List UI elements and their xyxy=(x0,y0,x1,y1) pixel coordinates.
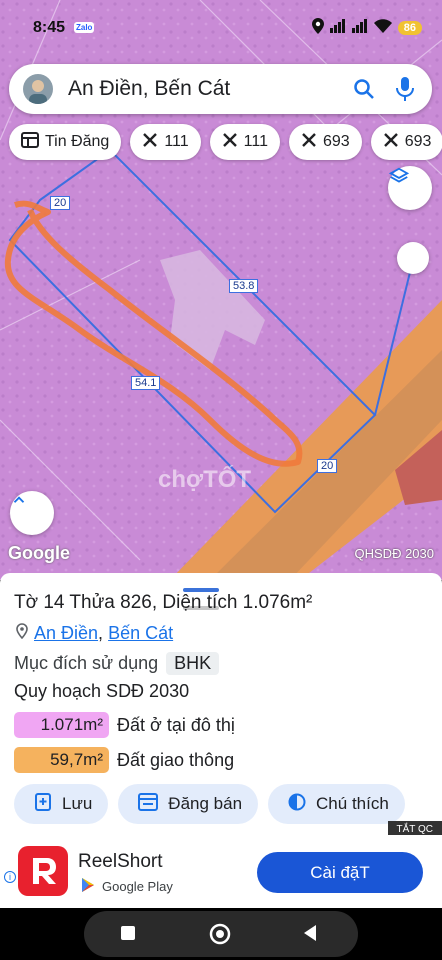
location-link-district[interactable]: Bến Cát xyxy=(108,623,173,643)
battery-icon: 86 xyxy=(397,20,422,35)
land-purpose: Mục đích sử dụng BHK xyxy=(14,652,220,675)
google-logo: Google xyxy=(8,543,70,563)
location-link-ward[interactable]: An Điền xyxy=(34,623,98,643)
mic-icon[interactable] xyxy=(394,76,416,107)
signal-icon xyxy=(329,19,346,36)
ad-store: Google Play xyxy=(80,877,173,896)
chip-111-a[interactable]: 111 xyxy=(130,124,201,160)
play-store-icon xyxy=(80,877,96,896)
recents-icon[interactable] xyxy=(120,925,136,946)
store-label: Google Play xyxy=(102,879,173,894)
wifi-icon xyxy=(373,19,392,36)
sheet-handle[interactable] xyxy=(183,579,259,610)
search-bar[interactable]: An Điền, Bến Cát xyxy=(9,64,432,114)
status-bar: 8:45 Zalo 86 xyxy=(0,0,442,56)
listing-icon xyxy=(21,131,39,153)
chip-label: 693 xyxy=(404,133,432,150)
zone-row-residential: 1.071m² Đất ở tại đô thị xyxy=(14,712,235,738)
avatar[interactable] xyxy=(23,74,53,104)
tools-icon xyxy=(383,132,399,153)
ad-app-name: ReelShort xyxy=(78,851,163,872)
back-icon[interactable] xyxy=(302,924,318,947)
chip-label: Tin Đăng xyxy=(45,133,110,150)
layer-label: QHSDĐ 2030 xyxy=(354,546,434,561)
action-buttons: Lưu Đăng bán Chú thích xyxy=(14,784,405,824)
chip-label: 111 xyxy=(243,133,268,150)
chip-label: 693 xyxy=(322,133,350,150)
expand-up-button[interactable] xyxy=(10,491,54,535)
save-icon xyxy=(34,792,52,816)
location-separator: , xyxy=(98,623,104,643)
chip-693-b[interactable]: 693 xyxy=(370,124,442,160)
purpose-label: Mục đích sử dụng xyxy=(14,653,159,673)
zone-row-transport: 59,7m² Đất giao thông xyxy=(14,747,234,773)
search-icon[interactable] xyxy=(352,77,376,106)
tools-icon xyxy=(142,132,158,153)
edge-label-right: 53.8 xyxy=(229,279,259,293)
chip-label: 111 xyxy=(164,133,189,150)
pin-icon xyxy=(16,623,28,644)
status-icons: 86 xyxy=(311,18,422,37)
status-time: 8:45 xyxy=(33,19,66,36)
ad-banner[interactable]: i ReelShort Google Play Cài đặT xyxy=(0,835,442,908)
zone-area: 59,7m² xyxy=(14,747,109,773)
filter-chips: Tin Đăng 111 111 693 693 xyxy=(9,124,442,160)
legend-icon xyxy=(288,793,306,816)
edge-label-left: 54.1 xyxy=(131,376,161,390)
parcel-location: An Điền, Bến Cát xyxy=(16,623,173,644)
save-label: Lưu xyxy=(62,794,93,813)
signal-icon-2 xyxy=(351,19,368,36)
search-input[interactable]: An Điền, Bến Cát xyxy=(68,77,230,101)
zone-area: 1.071m² xyxy=(14,712,109,738)
plan-title: Quy hoạch SDĐ 2030 xyxy=(14,681,190,701)
chip-tin-dang[interactable]: Tin Đăng xyxy=(9,124,122,160)
sell-button[interactable]: Đăng bán xyxy=(118,784,259,824)
save-button[interactable]: Lưu xyxy=(14,784,109,824)
zalo-icon: Zalo xyxy=(74,22,95,33)
sell-label: Đăng bán xyxy=(168,794,243,813)
tools-icon xyxy=(301,132,317,153)
chip-693-a[interactable]: 693 xyxy=(288,124,362,160)
reelshort-logo xyxy=(18,846,68,896)
tools-icon xyxy=(222,132,238,153)
info-icon[interactable]: i xyxy=(4,871,16,883)
zone-name: Đất giao thông xyxy=(117,749,235,770)
install-button[interactable]: Cài đặT xyxy=(257,852,423,893)
legend-button[interactable]: Chú thích xyxy=(268,784,405,824)
home-icon[interactable] xyxy=(208,922,232,951)
layers-button[interactable] xyxy=(388,166,432,210)
watermark: chợTỐT xyxy=(158,466,252,493)
edge-label-top: 20 xyxy=(50,196,71,210)
slider-handle[interactable] xyxy=(397,242,429,274)
zone-name: Đất ở tại đô thị xyxy=(117,714,235,735)
location-icon xyxy=(311,18,324,37)
sell-icon xyxy=(138,792,159,816)
system-nav-bar xyxy=(0,908,442,960)
chip-111-b[interactable]: 111 xyxy=(209,124,280,160)
purpose-code: BHK xyxy=(166,652,220,675)
legend-label: Chú thích xyxy=(316,794,389,813)
edge-label-bottom: 20 xyxy=(317,459,338,473)
parcel-title: Tờ 14 Thửa 826, Diện tích 1.076m² xyxy=(14,592,313,613)
